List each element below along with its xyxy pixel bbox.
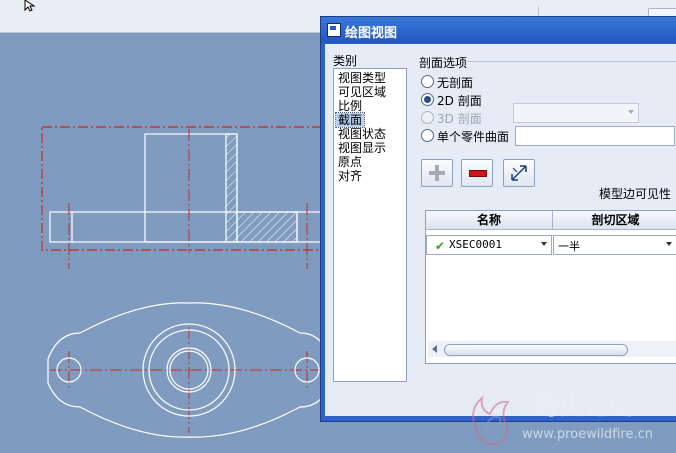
chevron-down-icon xyxy=(541,242,547,246)
section-region-dropdown[interactable]: 一半 xyxy=(553,235,676,255)
minus-icon xyxy=(469,170,487,177)
column-header-region[interactable]: 剖切区域 xyxy=(553,211,676,230)
centerlines xyxy=(50,129,330,433)
section-name: XSEC0001 xyxy=(449,238,502,251)
category-origin[interactable]: 原点 xyxy=(338,155,362,169)
part-surface-field[interactable] xyxy=(515,126,675,146)
3d-section-dropdown[interactable] xyxy=(513,103,639,123)
category-scale[interactable]: 比例 xyxy=(338,99,362,113)
forum-watermark: 野火论坛 www.proewildfire.cn xyxy=(472,392,653,446)
watermark-brand: 野火论坛 xyxy=(536,392,632,420)
flip-arrows-icon xyxy=(511,165,527,181)
category-label: 类别 xyxy=(333,54,358,68)
remove-section-button[interactable] xyxy=(461,159,493,187)
dialog-titlebar[interactable]: 绘图视图 xyxy=(321,17,676,43)
watermark-url: www.proewildfire.cn xyxy=(522,427,653,442)
radio-3d-section[interactable] xyxy=(421,111,434,124)
table-row[interactable]: ✔ XSEC0001 xyxy=(426,235,552,255)
radio-no-section[interactable] xyxy=(421,75,434,88)
section-hatch xyxy=(236,211,298,243)
radio-3d-section-label: 3D 剖面 xyxy=(437,112,482,126)
category-view-states[interactable]: 视图状态 xyxy=(338,127,386,141)
chevron-down-icon xyxy=(666,242,672,246)
model-edge-visibility-label: 模型边可见性 xyxy=(599,187,672,201)
section-hatch xyxy=(225,133,238,243)
group-separator xyxy=(467,61,676,62)
flame-logo-icon xyxy=(472,395,510,446)
horizontal-scrollbar[interactable] xyxy=(428,341,676,357)
drawing-view-dialog: 绘图视图 类别 视图类型 可见区域 比例 截面 视图状态 视图显示 原点 对齐 … xyxy=(320,16,676,422)
chevron-down-icon xyxy=(628,110,634,114)
add-section-button[interactable] xyxy=(421,159,453,187)
category-section[interactable]: 截面 xyxy=(334,112,366,128)
dialog-title: 绘图视图 xyxy=(345,26,398,41)
category-list[interactable]: 视图类型 可见区域 比例 截面 视图状态 视图显示 原点 对齐 xyxy=(333,68,407,382)
section-options-label: 剖面选项 xyxy=(419,56,468,70)
radio-2d-section-label: 2D 剖面 xyxy=(437,94,482,108)
boss-outline xyxy=(144,133,238,243)
dialog-body: 类别 视图类型 可见区域 比例 截面 视图状态 视图显示 原点 对齐 剖面选项 … xyxy=(325,44,676,416)
mouse-pointer-icon xyxy=(24,0,36,12)
radio-single-part-surface[interactable] xyxy=(421,129,434,142)
radio-2d-section[interactable] xyxy=(421,93,434,106)
category-view-type[interactable]: 视图类型 xyxy=(338,71,386,85)
section-table: 名称 剖切区域 ✔ XSEC0001 一半 xyxy=(425,210,676,364)
window-icon xyxy=(327,23,341,37)
scrollbar-thumb[interactable] xyxy=(444,344,628,356)
section-view xyxy=(41,126,333,251)
section-region-value: 一半 xyxy=(558,240,580,253)
radio-single-part-surface-label: 单个零件曲面 xyxy=(437,130,510,144)
scroll-left-icon[interactable] xyxy=(432,345,437,353)
column-header-name[interactable]: 名称 xyxy=(426,211,553,230)
category-visible-area[interactable]: 可见区域 xyxy=(338,85,386,99)
category-alignment[interactable]: 对齐 xyxy=(338,169,362,183)
flip-section-button[interactable] xyxy=(503,159,535,187)
radio-no-section-label: 无剖面 xyxy=(437,76,474,90)
check-icon: ✔ xyxy=(435,239,446,253)
category-view-display[interactable]: 视图显示 xyxy=(338,141,386,155)
